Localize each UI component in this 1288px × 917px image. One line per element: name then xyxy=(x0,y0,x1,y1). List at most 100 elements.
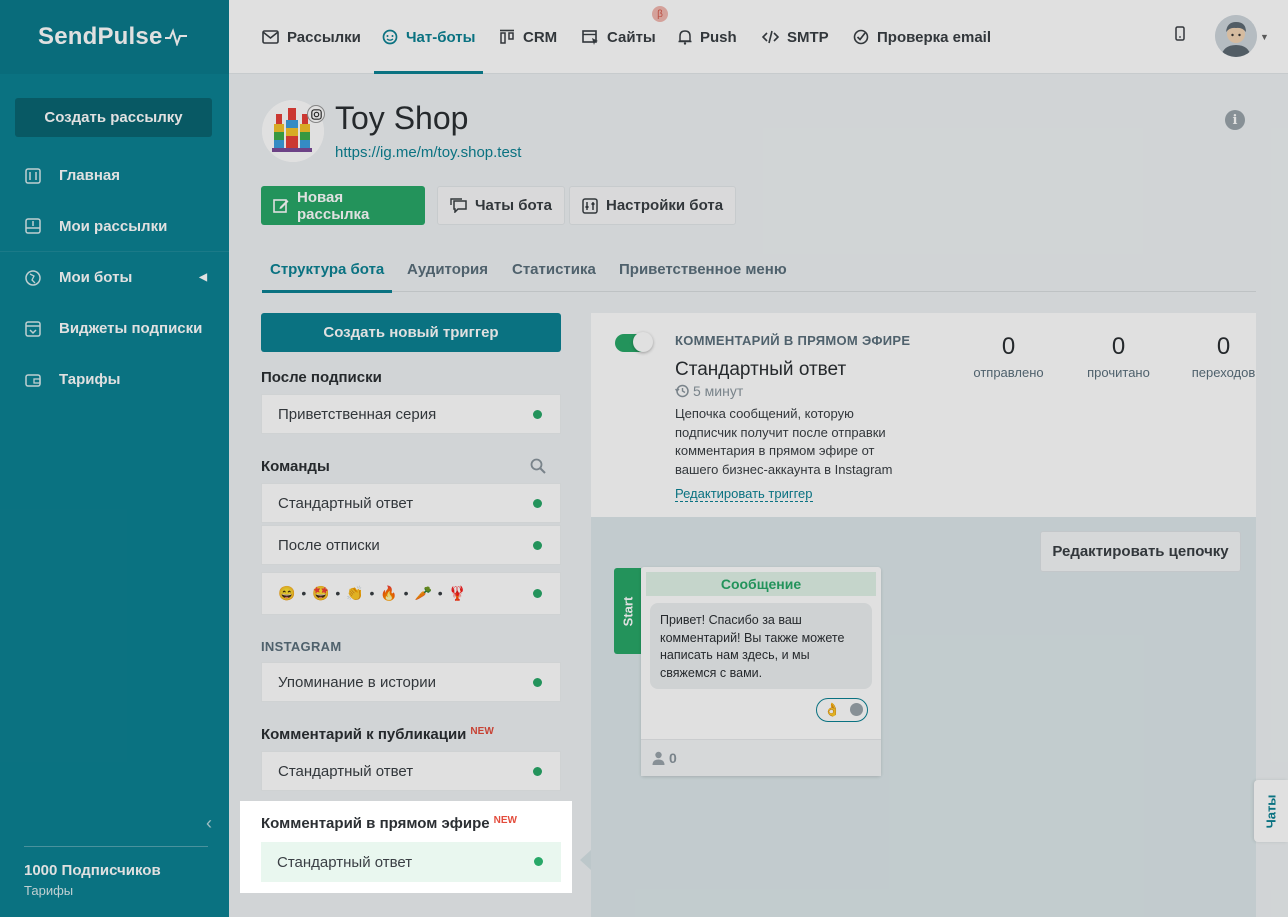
topnav-sites[interactable]: Сайты xyxy=(582,0,656,74)
site-icon xyxy=(582,29,599,45)
topnav-label: Чат-боты xyxy=(406,28,476,46)
bot-settings-button[interactable]: Настройки бота xyxy=(569,186,737,225)
message-card-title: Сообщение xyxy=(646,572,876,596)
edit-chain-button[interactable]: Редактировать цепочку xyxy=(1040,531,1241,572)
stat-label: отправлено xyxy=(973,365,1044,380)
bot-link[interactable]: https://ig.me/m/toy.shop.test xyxy=(335,144,521,161)
new-campaign-button[interactable]: Новая рассылка xyxy=(261,186,425,225)
bot-chats-button[interactable]: Чаты бота xyxy=(437,186,565,225)
trigger-item[interactable]: 😄 • 🤩 • 👏 • 🔥 • 🥕 • 🦞 xyxy=(261,572,561,615)
topnav-crm[interactable]: CRM xyxy=(499,0,557,74)
info-icon[interactable]: i xyxy=(1225,110,1245,130)
trigger-summary: КОММЕНТАРИЙ В ПРЯМОМ ЭФИРЕ Стандартный о… xyxy=(591,313,1256,517)
trigger-item[interactable]: Стандартный ответ xyxy=(261,483,561,523)
edit-icon xyxy=(273,198,289,214)
sidebar-item-label: Мои рассылки xyxy=(59,217,168,235)
status-dot xyxy=(533,410,542,419)
sidebar-nav: Главная Мои рассылки Мои боты ◀ Виджеты … xyxy=(0,150,229,405)
widget-icon xyxy=(24,320,42,338)
collapse-sidebar-icon[interactable]: ‹ xyxy=(206,813,212,834)
phone-icon[interactable] xyxy=(1175,26,1185,44)
trigger-kind: КОММЕНТАРИЙ В ПРЯМОМ ЭФИРЕ xyxy=(675,333,911,348)
sidebar-item-widgets[interactable]: Виджеты подписки xyxy=(0,303,229,354)
pulse-icon xyxy=(164,28,187,46)
tab-statistics[interactable]: Статистика xyxy=(512,246,596,292)
create-trigger-button[interactable]: Создать новый триггер xyxy=(261,313,561,352)
bot-tabs: Структура бота Аудитория Статистика Прив… xyxy=(261,246,1256,293)
caret-left-icon: ◀ xyxy=(199,272,207,283)
stat-value: 0 xyxy=(1001,333,1016,360)
tab-structure[interactable]: Структура бота xyxy=(261,246,393,293)
topnav-push[interactable]: Push xyxy=(678,0,737,74)
subscriber-count: 1000 Подписчиков xyxy=(24,862,161,879)
chats-side-tab[interactable]: Чаты xyxy=(1254,780,1288,842)
instagram-icon xyxy=(307,105,325,123)
trigger-item[interactable]: После отписки xyxy=(261,525,561,565)
sidebar-item-label: Виджеты подписки xyxy=(59,320,203,337)
avatar[interactable] xyxy=(1215,15,1257,57)
mail-icon xyxy=(262,30,279,44)
topnav-chatbots[interactable]: Чат-боты xyxy=(373,0,484,74)
trigger-label: Стандартный ответ xyxy=(277,853,413,871)
bell-icon xyxy=(678,29,692,45)
chevron-down-icon[interactable]: ▼ xyxy=(1260,32,1269,42)
check-icon xyxy=(853,29,869,45)
plan-link[interactable]: Тарифы xyxy=(24,883,73,898)
ok-hand-icon: 👌 xyxy=(824,702,841,717)
topnav-email-verify[interactable]: Проверка email xyxy=(853,0,991,74)
sidebar-item-pricing[interactable]: Тарифы xyxy=(0,354,229,405)
trigger-item[interactable]: Упоминание в истории xyxy=(261,662,561,702)
trigger-item[interactable]: Стандартный ответ xyxy=(261,751,561,791)
sidebar-item-label: Тарифы xyxy=(59,371,121,388)
trigger-label: Стандартный ответ xyxy=(278,494,414,512)
globe-icon xyxy=(24,269,42,287)
search-icon[interactable] xyxy=(530,458,546,477)
trigger-item[interactable]: Приветственная серия xyxy=(261,394,561,434)
trigger-toggle[interactable] xyxy=(615,332,653,352)
wallet-icon xyxy=(24,371,42,389)
inbox-icon xyxy=(24,217,42,235)
status-dot xyxy=(533,678,542,687)
create-campaign-button[interactable]: Создать рассылку xyxy=(15,98,212,137)
kanban-icon xyxy=(499,29,515,45)
sidebar-item-campaigns[interactable]: Мои рассылки xyxy=(0,201,229,252)
trigger-label: 😄 • 🤩 • 👏 • 🔥 • 🥕 • 🦞 xyxy=(278,585,467,601)
status-dot xyxy=(533,499,542,508)
new-badge: NEW xyxy=(470,726,494,737)
trigger-item-selected[interactable]: Стандартный ответ xyxy=(261,842,561,882)
sidebar-item-home[interactable]: Главная xyxy=(0,150,229,201)
topnav-smtp[interactable]: SMTP xyxy=(762,0,829,74)
status-dot xyxy=(533,589,542,598)
section-instagram: INSTAGRAM xyxy=(261,639,342,654)
sliders-icon xyxy=(24,167,42,185)
chat-bubbles-icon xyxy=(450,198,467,213)
stat-sent: 0 отправлено xyxy=(946,333,1071,380)
section-after-subscribe: После подписки xyxy=(261,369,382,386)
button-label: Настройки бота xyxy=(606,197,724,214)
page-title: Toy Shop xyxy=(335,100,469,136)
topnav-campaigns[interactable]: Рассылки xyxy=(262,0,361,74)
status-dot xyxy=(533,541,542,550)
trigger-label: Приветственная серия xyxy=(278,405,437,423)
trigger-label: После отписки xyxy=(278,536,380,554)
sidebar-item-bots[interactable]: Мои боты ◀ xyxy=(0,252,229,303)
logo-text: SendPulse xyxy=(38,23,163,50)
logo[interactable]: SendPulse xyxy=(0,0,229,74)
flow-message-card[interactable]: Сообщение Привет! Спасибо за ваш коммент… xyxy=(641,567,881,776)
edit-trigger-link[interactable]: Редактировать триггер xyxy=(675,486,813,502)
reaction-button[interactable]: 👌 xyxy=(816,698,868,722)
highlighted-live-comment-section: Комментарий в прямом эфире NEW Стандартны… xyxy=(240,801,572,893)
trigger-description: Цепочка сообщений, которую подписчик пол… xyxy=(675,406,893,477)
section-live-comment: Комментарий в прямом эфире NEW xyxy=(261,815,517,832)
topnav-label: Проверка email xyxy=(877,28,992,46)
stat-value: 0 xyxy=(1216,333,1231,360)
beta-badge: β xyxy=(652,6,668,22)
tab-welcome-menu[interactable]: Приветственное меню xyxy=(619,246,787,292)
trigger-label: Упоминание в истории xyxy=(278,673,436,691)
tab-audience[interactable]: Аудитория xyxy=(407,246,488,292)
history-icon xyxy=(675,384,689,398)
stat-label: переходов xyxy=(1191,365,1256,380)
new-badge: NEW xyxy=(493,815,517,826)
reaction-knob xyxy=(850,703,863,716)
stat-clicks: 0 переходов xyxy=(1161,333,1286,380)
